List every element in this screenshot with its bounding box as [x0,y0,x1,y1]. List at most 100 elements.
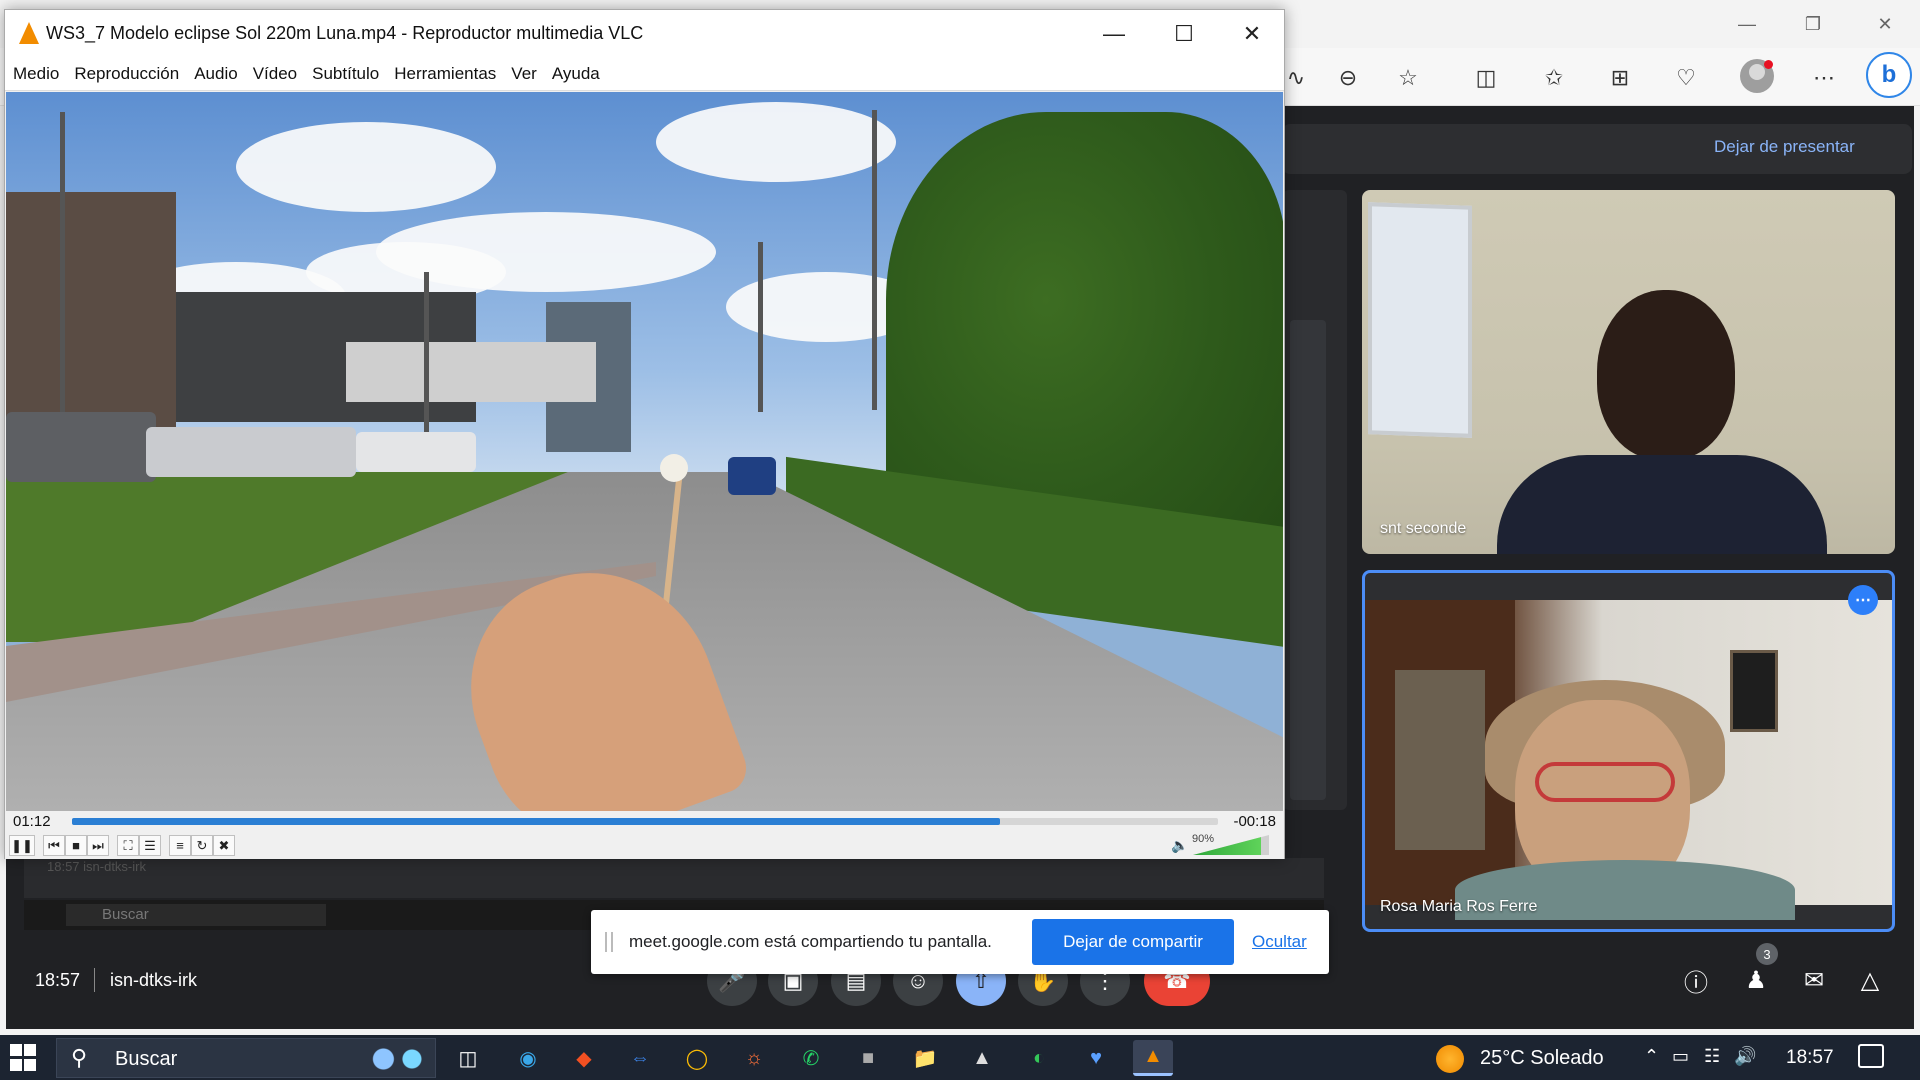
chat-icon[interactable]: ✉ [1796,962,1832,998]
fullscreen-button[interactable]: ⛶ [117,835,139,856]
vlc-close-button[interactable]: ✕ [1217,10,1287,57]
seek-progress [72,818,1001,825]
seek-row: 01:12 -00:18 [5,811,1284,833]
recursive-search-box: Buscar [66,904,326,926]
seek-slider[interactable] [72,818,1218,825]
network-icon[interactable]: ☷ [1704,1046,1720,1067]
video-building [6,192,176,432]
app-taskbar-icon[interactable]: ■ [848,1040,888,1076]
teamviewer-taskbar-icon[interactable]: ⇔ [620,1040,660,1076]
vlc-maximize-button[interactable]: ☐ [1149,10,1219,57]
edge-restore-button[interactable]: ❐ [1780,0,1846,48]
more-options-icon[interactable]: ⋯ [1808,62,1840,94]
app-taskbar-icon[interactable]: ◐ [1019,1040,1059,1076]
notifications-icon[interactable] [1858,1044,1884,1068]
divider [94,968,95,992]
equalizer-icon: ☰ [144,837,156,853]
browser-essentials-icon[interactable]: ♡ [1670,62,1702,94]
anydesk-taskbar-icon[interactable]: ◆ [564,1040,604,1076]
self-preview-inner [1290,320,1326,800]
recursive-meet-label: 18:57 isn-dtks-irk [47,859,146,874]
video-lamppost [758,242,763,412]
background-picture [1730,650,1778,732]
task-view-icon[interactable]: ◫ [448,1040,488,1076]
menu-ayuda[interactable]: Ayuda [552,64,600,84]
collections-icon[interactable]: ⊞ [1604,62,1636,94]
weather-sun-icon[interactable] [1436,1045,1464,1073]
firefox-taskbar-icon[interactable]: ☼ [734,1040,774,1076]
battery-icon[interactable]: ▭ [1672,1046,1689,1067]
favorite-star-icon[interactable]: ☆ [1392,62,1424,94]
share-message: meet.google.com está compartiendo tu pan… [629,932,992,951]
menu-reproduccion[interactable]: Reproducción [74,64,179,84]
participant-glasses [1535,762,1675,802]
loop-button[interactable]: ↻ [191,835,213,856]
participant-tile-speaking[interactable] [1362,570,1895,932]
video-lamppost [60,112,65,432]
favorites-icon[interactable]: ✩ [1538,62,1570,94]
taskbar-search-placeholder: Buscar [115,1048,178,1070]
windows-start-icon[interactable] [10,1044,38,1072]
stop-presenting-button[interactable]: Dejar de presentar [1714,137,1855,157]
shuffle-button[interactable]: ✖ [213,835,235,856]
tile-more-options-button[interactable]: ⋯ [1848,585,1878,615]
meeting-info-icon[interactable]: ⓘ [1678,962,1714,998]
meeting-code: isn-dtks-irk [110,970,198,990]
video-cloud [236,122,496,212]
bing-chat-icon[interactable]: b [1866,52,1912,98]
previous-icon: ⏮ [48,837,60,853]
speaker-tray-icon[interactable]: 🔊 [1734,1046,1756,1067]
previous-button[interactable]: ⏮ [43,835,65,856]
weather-text[interactable]: 25°C Soleado [1480,1047,1604,1070]
menu-subtitulo[interactable]: Subtítulo [312,64,379,84]
chevron-up-icon[interactable]: ⌃ [1644,1046,1659,1067]
drag-handle[interactable] [605,932,613,952]
people-count-badge: 3 [1756,943,1778,965]
menu-herramientas[interactable]: Herramientas [394,64,496,84]
participant-name: snt seconde [1380,520,1467,537]
extended-settings-button[interactable]: ☰ [139,835,161,856]
fullscreen-icon: ⛶ [123,837,133,853]
people-icon[interactable]: ♟ [1738,962,1774,998]
taskbar-search-box[interactable]: ⚲ Buscar [56,1038,436,1078]
stop-button[interactable]: ■ [65,835,87,856]
video-frame[interactable] [6,92,1283,812]
search-icon: ⚲ [71,1045,88,1070]
vlc-window-title: WS3_7 Modelo eclipse Sol 220m Luna.mp4 -… [46,23,644,43]
speaker-icon[interactable]: 🔈 [1171,837,1188,854]
file-explorer-taskbar-icon[interactable]: 📁 [905,1040,945,1076]
meeting-clock: 18:57 [35,970,81,990]
stop-sharing-button[interactable]: Dejar de compartir [1032,919,1234,965]
profile-notification-dot [1764,60,1773,69]
vlc-minimize-button[interactable]: — [1079,10,1149,57]
taskbar-clock[interactable]: 18:57 [1786,1047,1834,1069]
pause-icon: ❚❚ [11,837,33,853]
menu-video[interactable]: Vídeo [253,64,297,84]
remaining-time: -00:18 [1233,813,1276,830]
split-screen-icon[interactable]: ◫ [1470,62,1502,94]
vlc-menubar: Medio Reproducción Audio Vídeo Subtítulo… [5,57,1284,91]
zoom-out-icon[interactable]: ⊖ [1332,62,1364,94]
recursive-meet-bar [24,858,1324,898]
hide-banner-link[interactable]: Ocultar [1252,932,1307,952]
vlc-window: WS3_7 Modelo eclipse Sol 220m Luna.mp4 -… [4,9,1285,859]
edge-taskbar-icon[interactable]: ◉ [508,1040,548,1076]
menu-ver[interactable]: Ver [511,64,537,84]
activities-icon[interactable]: △ [1852,962,1888,998]
edge-close-button[interactable]: ✕ [1852,0,1918,48]
whatsapp-taskbar-icon[interactable]: ✆ [791,1040,831,1076]
chrome-taskbar-icon[interactable]: ◯ [677,1040,717,1076]
participant-tile[interactable] [1362,190,1895,554]
app-taskbar-icon[interactable]: ♥ [1076,1040,1116,1076]
screen-share-banner: meet.google.com está compartiendo tu pan… [591,910,1329,974]
next-button[interactable]: ⏭ [87,835,109,856]
app-taskbar-icon[interactable]: ▲ [962,1040,1002,1076]
playlist-button[interactable]: ≡ [169,835,191,856]
participant-body [1497,455,1827,554]
vlc-taskbar-icon[interactable]: ▲ [1133,1040,1173,1076]
edge-minimize-button[interactable]: — [1714,0,1780,48]
pause-button[interactable]: ❚❚ [9,835,35,856]
menu-audio[interactable]: Audio [194,64,237,84]
vlc-titlebar[interactable]: WS3_7 Modelo eclipse Sol 220m Luna.mp4 -… [5,10,1284,57]
menu-medio[interactable]: Medio [13,64,59,84]
